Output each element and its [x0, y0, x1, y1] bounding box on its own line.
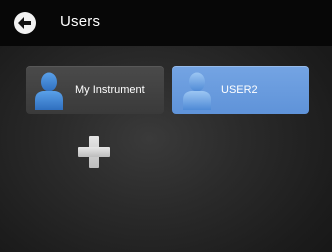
user-tile-label: My Instrument — [75, 84, 145, 96]
add-user-button[interactable] — [76, 134, 112, 170]
users-screen: Users My Instrument USER2 — [0, 0, 332, 252]
user-avatar-icon — [35, 72, 63, 110]
user-tile-label: USER2 — [221, 84, 258, 96]
header-bar: Users — [0, 0, 332, 46]
page-title: Users — [60, 13, 101, 30]
back-arrow-icon — [18, 17, 31, 29]
user-avatar-icon — [183, 72, 211, 110]
user-tile-user2[interactable]: USER2 — [172, 66, 309, 114]
user-tile-my-instrument[interactable]: My Instrument — [26, 66, 164, 114]
back-button[interactable] — [14, 12, 36, 34]
plus-icon — [78, 136, 110, 168]
